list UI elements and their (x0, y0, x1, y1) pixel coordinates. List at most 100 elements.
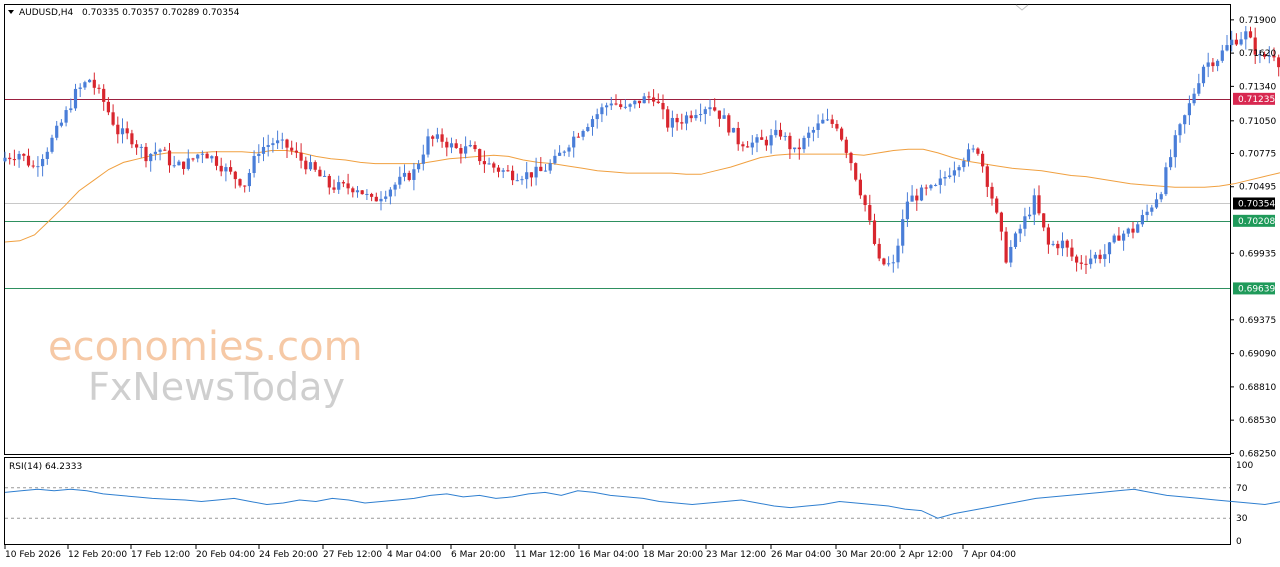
candle-body (1248, 31, 1253, 38)
candle-body (365, 193, 369, 195)
candle-body (887, 263, 891, 265)
candle-body (731, 127, 736, 133)
candle-body (120, 128, 125, 135)
candle-body (1065, 240, 1069, 248)
candle (553, 149, 557, 165)
candle-body (680, 122, 684, 124)
rsi-tick-label: 30 (1236, 514, 1248, 524)
candle (952, 161, 956, 183)
collapse-triangle-icon[interactable] (8, 10, 14, 14)
candle (454, 139, 458, 149)
candle-body (318, 169, 322, 177)
candle (440, 128, 444, 148)
candle (224, 163, 228, 182)
candle (919, 184, 924, 202)
candle (652, 89, 656, 107)
candle-body (957, 167, 961, 171)
candle (539, 157, 543, 172)
candle (1060, 232, 1065, 257)
candle (825, 108, 830, 122)
candle-body (92, 79, 96, 88)
candle (214, 151, 219, 171)
candle-body (760, 137, 764, 140)
candle-body (346, 183, 350, 189)
candle (59, 119, 63, 128)
candle (548, 159, 552, 174)
candle (182, 161, 186, 175)
candle (398, 166, 402, 189)
candle (872, 213, 877, 246)
candle (1056, 240, 1060, 256)
x-tick-label: 23 Mar 12:00 (706, 550, 766, 560)
candle-body (520, 179, 524, 181)
candle (294, 142, 298, 159)
candle-body (995, 198, 999, 213)
candle-body (811, 129, 815, 133)
candle-body (1112, 235, 1116, 243)
rsi-indicator: 100 70 30 0 (4, 461, 1280, 547)
candle-body (431, 136, 435, 139)
candle-body (652, 97, 656, 102)
candle (689, 110, 693, 123)
candle (1051, 240, 1055, 247)
candle-body (943, 176, 947, 179)
level-tag-2-label: 0.69639 (1238, 284, 1275, 294)
candle (111, 104, 115, 127)
candle-body (186, 158, 190, 169)
candle (163, 146, 167, 151)
candle-body (1089, 258, 1093, 265)
candle-body (1206, 62, 1210, 67)
candle (572, 131, 576, 158)
x-tick-label: 4 Mar 04:00 (387, 550, 442, 560)
candle (341, 180, 345, 188)
candle-body (1004, 231, 1008, 263)
watermark-line2: FxNewsToday (88, 365, 345, 409)
candle-body (1244, 31, 1248, 40)
candle (755, 134, 759, 153)
time-axis: 10 Feb 2026 12 Feb 20:00 17 Feb 12:00 20 Fe… (4, 545, 1016, 560)
candle (41, 154, 45, 177)
candle-body (830, 119, 834, 124)
candle (210, 155, 214, 163)
candle-body (191, 158, 195, 160)
candle (966, 143, 971, 167)
candle (868, 194, 872, 225)
candle-body (135, 144, 139, 148)
candle (219, 157, 223, 177)
candle (1140, 209, 1144, 227)
candle-body (684, 115, 689, 124)
candle (778, 122, 783, 140)
chart-shift-marker[interactable] (1015, 4, 1029, 11)
candle (821, 113, 825, 124)
candle (379, 191, 383, 211)
candle (55, 120, 59, 141)
candle-body (769, 135, 773, 146)
candle-body (1037, 195, 1041, 214)
candle (783, 132, 787, 141)
x-tick-label: 27 Feb 12:00 (323, 550, 382, 560)
candle (177, 159, 181, 166)
price-chart[interactable]: economies.com FxNewsToday 0.71900 0.71620… (0, 0, 1280, 567)
candle (50, 134, 54, 154)
candle-body (623, 106, 627, 108)
candle-body (22, 153, 26, 156)
candle (1234, 33, 1238, 46)
candle-body (308, 162, 313, 170)
candle-body (844, 139, 848, 153)
candle-body (1032, 195, 1036, 215)
candle (750, 135, 754, 155)
candle (1098, 249, 1102, 264)
candle-body (835, 123, 839, 129)
price-axis: 0.71900 0.71620 0.71340 0.71050 0.70775 0.704… (1230, 16, 1276, 459)
candle-body (1239, 39, 1243, 45)
candle (1018, 224, 1022, 242)
candle-body (548, 163, 552, 171)
candle (1239, 31, 1243, 46)
candle-body (64, 110, 68, 123)
candle-body (633, 100, 637, 105)
candle (1070, 239, 1074, 262)
candle (365, 189, 369, 201)
candle-body (755, 137, 759, 143)
candle-body (158, 149, 162, 152)
x-tick-label: 11 Mar 12:00 (515, 550, 575, 560)
